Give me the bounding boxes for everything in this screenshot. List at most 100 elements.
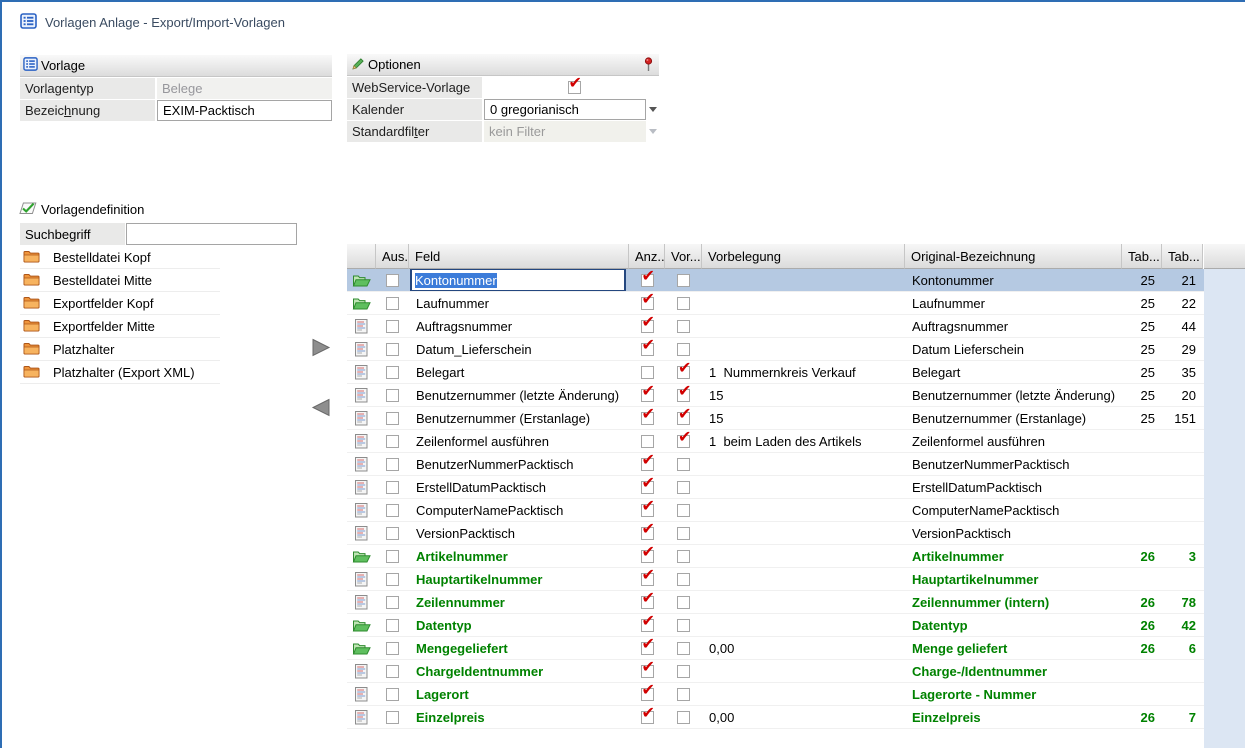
vorbelegung-cell[interactable]: [702, 269, 905, 291]
aus-cell[interactable]: [376, 568, 409, 590]
vor-cell[interactable]: [665, 338, 702, 360]
vor-checkbox[interactable]: [677, 688, 690, 701]
aus-cell[interactable]: [376, 361, 409, 383]
anz-cell[interactable]: ✔: [629, 338, 665, 360]
vorbelegung-cell[interactable]: [702, 338, 905, 360]
vorbelegung-cell[interactable]: [702, 315, 905, 337]
folder-item[interactable]: Platzhalter (Export XML): [20, 361, 220, 384]
aus-checkbox[interactable]: [386, 435, 399, 448]
vor-checkbox[interactable]: [677, 527, 690, 540]
aus-cell[interactable]: [376, 269, 409, 291]
table-row[interactable]: Zeilennummer ✔ Zeilennummer (intern) 26 …: [347, 591, 1204, 614]
aus-checkbox[interactable]: [386, 711, 399, 724]
feld-cell[interactable]: Auftragsnummer: [409, 315, 629, 337]
aus-cell[interactable]: [376, 476, 409, 498]
vorbelegung-cell[interactable]: [702, 545, 905, 567]
aus-checkbox[interactable]: [386, 481, 399, 494]
vorbelegung-cell[interactable]: 1 beim Laden des Artikels: [702, 430, 905, 452]
vor-checkbox[interactable]: [677, 573, 690, 586]
aus-checkbox[interactable]: [386, 527, 399, 540]
anz-cell[interactable]: ✔: [629, 384, 665, 406]
folder-item[interactable]: Exportfelder Kopf: [20, 292, 220, 315]
aus-checkbox[interactable]: [386, 550, 399, 563]
vor-cell[interactable]: [665, 545, 702, 567]
table-header-cell[interactable]: [347, 244, 376, 269]
feld-cell[interactable]: Laufnummer: [409, 292, 629, 314]
aus-checkbox[interactable]: [386, 343, 399, 356]
table-header-cell[interactable]: Vorbelegung: [702, 244, 905, 269]
feld-cell[interactable]: Datum_Lieferschein: [409, 338, 629, 360]
anz-cell[interactable]: ✔: [629, 476, 665, 498]
vor-checkbox[interactable]: [677, 711, 690, 724]
vorbelegung-cell[interactable]: [702, 476, 905, 498]
anz-checkbox[interactable]: ✔: [641, 343, 654, 356]
move-left-button[interactable]: [310, 398, 334, 418]
vor-cell[interactable]: [665, 499, 702, 521]
feld-cell[interactable]: ComputerNamePacktisch: [409, 499, 629, 521]
vorbelegung-cell[interactable]: 15: [702, 407, 905, 429]
anz-checkbox[interactable]: ✔: [641, 527, 654, 540]
aus-cell[interactable]: [376, 315, 409, 337]
vor-cell[interactable]: [665, 568, 702, 590]
aus-cell[interactable]: [376, 430, 409, 452]
feld-cell[interactable]: Hauptartikelnummer: [409, 568, 629, 590]
table-row[interactable]: ErstellDatumPacktisch ✔ ErstellDatumPack…: [347, 476, 1204, 499]
vor-cell[interactable]: ✔: [665, 430, 702, 452]
aus-cell[interactable]: [376, 453, 409, 475]
vorbelegung-cell[interactable]: [702, 568, 905, 590]
vor-checkbox[interactable]: ✔: [677, 412, 690, 425]
vor-cell[interactable]: [665, 591, 702, 613]
folder-item[interactable]: Bestelldatei Kopf: [20, 246, 220, 269]
vor-cell[interactable]: [665, 706, 702, 728]
aus-cell[interactable]: [376, 637, 409, 659]
kalender-dropdown-button[interactable]: [646, 99, 659, 120]
anz-cell[interactable]: ✔: [629, 568, 665, 590]
table-row[interactable]: BenutzerNummerPacktisch ✔ BenutzerNummer…: [347, 453, 1204, 476]
anz-cell[interactable]: ✔: [629, 683, 665, 705]
anz-cell[interactable]: ✔: [629, 453, 665, 475]
vor-checkbox[interactable]: [677, 343, 690, 356]
table-header-cell[interactable]: Aus...: [376, 244, 409, 269]
aus-checkbox[interactable]: [386, 274, 399, 287]
table-header-cell[interactable]: Tab...: [1162, 244, 1203, 269]
vor-checkbox[interactable]: [677, 458, 690, 471]
aus-cell[interactable]: [376, 660, 409, 682]
anz-checkbox[interactable]: ✔: [641, 688, 654, 701]
aus-checkbox[interactable]: [386, 389, 399, 402]
feld-cell[interactable]: Artikelnummer: [409, 545, 629, 567]
aus-checkbox[interactable]: [386, 504, 399, 517]
vorbelegung-cell[interactable]: 0,00: [702, 706, 905, 728]
vor-cell[interactable]: [665, 522, 702, 544]
anz-checkbox[interactable]: ✔: [641, 458, 654, 471]
vor-cell[interactable]: [665, 637, 702, 659]
table-row[interactable]: Einzelpreis ✔ 0,00 Einzelpreis 26 7: [347, 706, 1204, 729]
aus-checkbox[interactable]: [386, 412, 399, 425]
anz-checkbox[interactable]: ✔: [641, 665, 654, 678]
table-row[interactable]: Laufnummer ✔ Laufnummer 25 22: [347, 292, 1204, 315]
table-row[interactable]: Belegart ✔ 1 Nummernkreis Verkauf Belega…: [347, 361, 1204, 384]
folder-item[interactable]: Bestelldatei Mitte: [20, 269, 220, 292]
vorbelegung-cell[interactable]: [702, 453, 905, 475]
table-row[interactable]: Mengegeliefert ✔ 0,00 Menge geliefert 26…: [347, 637, 1204, 660]
feld-cell[interactable]: Mengegeliefert: [409, 637, 629, 659]
table-row[interactable]: ChargeIdentnummer ✔ Charge-/Identnummer: [347, 660, 1204, 683]
anz-checkbox[interactable]: [641, 366, 654, 379]
aus-cell[interactable]: [376, 338, 409, 360]
anz-cell[interactable]: [629, 430, 665, 452]
vor-checkbox[interactable]: ✔: [677, 435, 690, 448]
bezeichnung-input[interactable]: EXIM-Packtisch: [157, 100, 332, 121]
feld-cell[interactable]: ErstellDatumPacktisch: [409, 476, 629, 498]
anz-cell[interactable]: ✔: [629, 315, 665, 337]
anz-checkbox[interactable]: [641, 435, 654, 448]
vor-checkbox[interactable]: [677, 297, 690, 310]
table-row[interactable]: Auftragsnummer ✔ Auftragsnummer 25 44: [347, 315, 1204, 338]
vor-cell[interactable]: [665, 614, 702, 636]
anz-cell[interactable]: ✔: [629, 591, 665, 613]
aus-checkbox[interactable]: [386, 573, 399, 586]
aus-cell[interactable]: [376, 407, 409, 429]
table-row[interactable]: Artikelnummer ✔ Artikelnummer 26 3: [347, 545, 1204, 568]
anz-cell[interactable]: [629, 361, 665, 383]
table-row[interactable]: Datentyp ✔ Datentyp 26 42: [347, 614, 1204, 637]
feld-cell[interactable]: BenutzerNummerPacktisch: [409, 453, 629, 475]
feld-cell[interactable]: VersionPacktisch: [409, 522, 629, 544]
